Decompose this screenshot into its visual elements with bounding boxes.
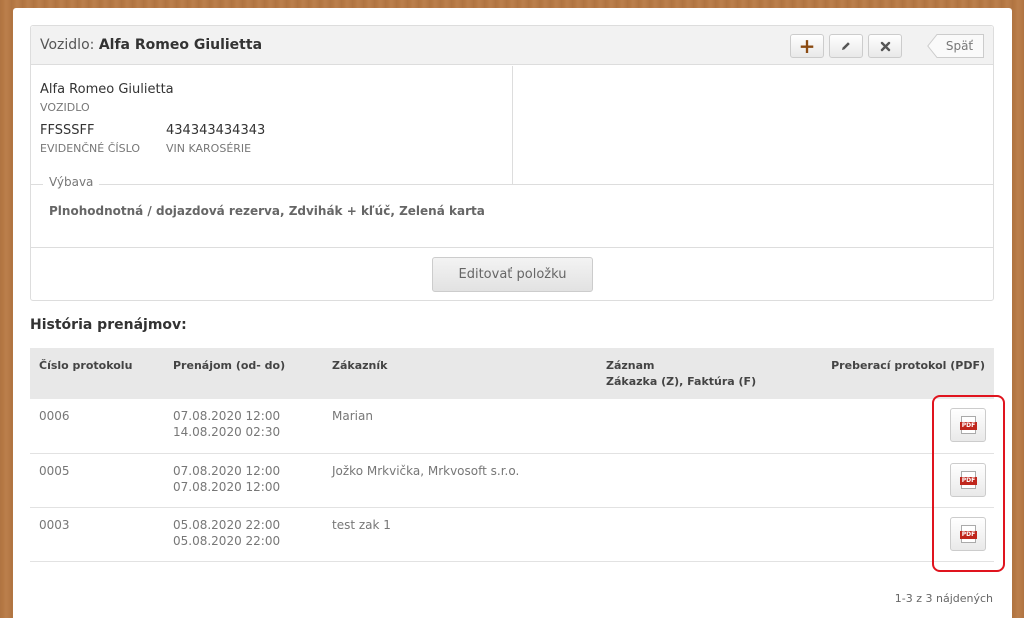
history-title: História prenájmov: xyxy=(30,317,187,333)
cell-customer: test zak 1 xyxy=(323,507,597,562)
cell-record xyxy=(597,453,797,508)
cell-rental: 07.08.2020 12:00 14.08.2020 02:30 xyxy=(164,399,323,454)
rental-from: 07.08.2020 12:00 xyxy=(173,409,281,423)
table-row: 0005 07.08.2020 12:00 07.08.2020 12:00 J… xyxy=(30,453,994,508)
add-button[interactable]: + xyxy=(790,34,824,58)
history-table: Číslo protokolu Prenájom (od- do) Zákazn… xyxy=(30,348,994,562)
pencil-icon xyxy=(842,42,850,50)
vehicle-name-value: Alfa Romeo Giulietta xyxy=(40,82,174,97)
edit-item-button[interactable]: Editovať položku xyxy=(432,257,593,292)
vehicle-name-label: VOZIDLO xyxy=(40,101,90,114)
col-pdf: Preberací protokol (PDF) xyxy=(797,348,994,399)
rental-to: 14.08.2020 02:30 xyxy=(173,425,281,439)
page-panel: Vozidlo: Alfa Romeo Giulietta + Späť Alf… xyxy=(13,8,1012,618)
title-prefix: Vozidlo: xyxy=(40,37,95,53)
cell-protocol: 0006 xyxy=(30,399,164,454)
cell-record xyxy=(597,507,797,562)
close-icon xyxy=(880,41,890,51)
col-protocol: Číslo protokolu xyxy=(30,348,164,399)
col-rental: Prenájom (od- do) xyxy=(164,348,323,399)
card-footer-divider xyxy=(31,247,993,248)
cell-protocol: 0003 xyxy=(30,507,164,562)
col-record-line1: Záznam xyxy=(606,359,655,372)
col-record-line2: Zákazka (Z), Faktúra (F) xyxy=(606,375,757,388)
col-record: Záznam Zákazka (Z), Faktúra (F) xyxy=(597,348,797,399)
back-button[interactable]: Späť xyxy=(927,34,984,58)
vehicle-card: Vozidlo: Alfa Romeo Giulietta + Späť Alf… xyxy=(30,25,994,301)
rental-from: 07.08.2020 12:00 xyxy=(173,463,281,478)
cell-customer: Jožko Mrkvička, Mrkvosoft s.r.o. xyxy=(323,453,597,508)
cell-rental: 05.08.2020 22:00 05.08.2020 22:00 xyxy=(164,507,323,562)
equipment-text: Plnohodnotná / dojazdová rezerva, Zdvihá… xyxy=(49,204,485,218)
equipment-legend: Výbava xyxy=(43,175,100,189)
plus-icon: + xyxy=(798,34,816,58)
vin-value: 434343434343 xyxy=(166,123,266,138)
results-count: 1-3 z 3 nájdených xyxy=(894,592,993,605)
delete-button[interactable] xyxy=(868,34,902,58)
cell-rental: 07.08.2020 12:00 07.08.2020 12:00 xyxy=(164,453,323,508)
rental-to: 05.08.2020 22:00 xyxy=(173,533,281,548)
card-header: Vozidlo: Alfa Romeo Giulietta + Späť xyxy=(31,26,993,65)
edit-button[interactable] xyxy=(829,34,863,58)
plate-value: FFSSSFF xyxy=(40,123,95,138)
rental-to: 07.08.2020 12:00 xyxy=(173,479,281,494)
page-title: Vozidlo: Alfa Romeo Giulietta xyxy=(40,37,262,53)
table-row: 0003 05.08.2020 22:00 05.08.2020 22:00 t… xyxy=(30,507,994,562)
col-customer: Zákazník xyxy=(323,348,597,399)
cell-record xyxy=(597,399,797,454)
rental-from: 05.08.2020 22:00 xyxy=(173,517,281,532)
back-label: Späť xyxy=(945,39,974,53)
table-row: 0006 07.08.2020 12:00 14.08.2020 02:30 M… xyxy=(30,399,994,454)
cell-customer: Marian xyxy=(323,399,597,454)
vin-label: VIN KAROSÉRIE xyxy=(166,142,252,155)
pdf-column-highlight xyxy=(932,395,1005,572)
cell-protocol: 0005 xyxy=(30,453,164,508)
table-header-row: Číslo protokolu Prenájom (od- do) Zákazn… xyxy=(30,348,994,399)
title-vehicle-name: Alfa Romeo Giulietta xyxy=(98,37,263,53)
plate-label: EVIDENČNÉ ČÍSLO xyxy=(40,142,141,155)
equipment-divider xyxy=(31,184,993,185)
vehicle-info: Alfa Romeo Giulietta VOZIDLO FFSSSFF EVI… xyxy=(31,66,513,184)
